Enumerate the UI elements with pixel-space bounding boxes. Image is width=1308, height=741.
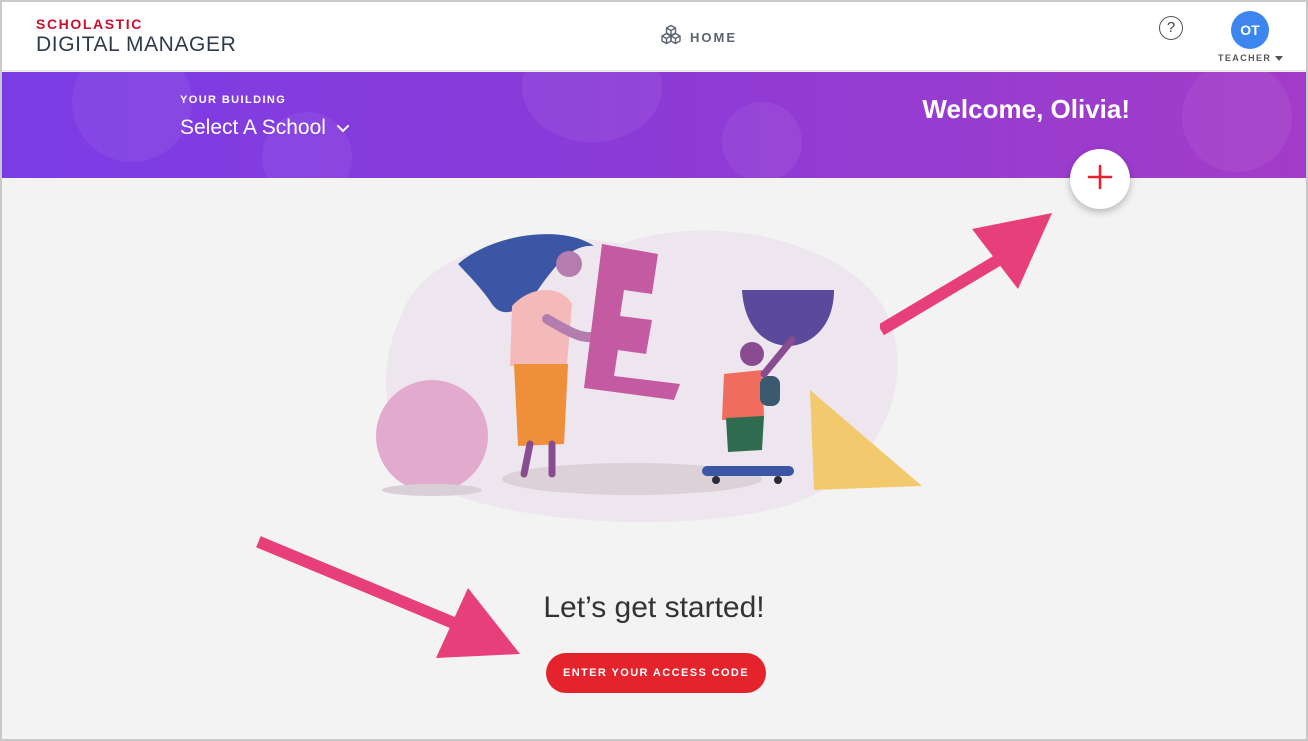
- help-button[interactable]: ?: [1159, 16, 1183, 40]
- banner-decoration: [522, 72, 662, 142]
- top-navigation-bar: SCHOLASTIC DIGITAL MANAGER HOME ? OT TEA…: [2, 2, 1306, 71]
- cubes-icon: [660, 24, 682, 51]
- building-label: YOUR BUILDING: [180, 94, 287, 106]
- product-name: DIGITAL MANAGER: [36, 33, 237, 56]
- school-select[interactable]: Select A School: [180, 116, 350, 140]
- welcome-message: Welcome, Olivia!: [922, 94, 1130, 124]
- enter-access-code-button[interactable]: ENTER YOUR ACCESS CODE: [546, 653, 766, 693]
- role-dropdown[interactable]: TEACHER: [1218, 53, 1284, 63]
- banner-decoration: [722, 102, 802, 178]
- home-nav-link[interactable]: HOME: [660, 24, 737, 51]
- role-label: TEACHER: [1218, 53, 1272, 63]
- app-window: SCHOLASTIC DIGITAL MANAGER HOME ? OT TEA…: [0, 0, 1308, 741]
- annotation-arrow-top: [880, 213, 1052, 336]
- page-heading: Let’s get started!: [543, 591, 765, 624]
- home-label: HOME: [690, 30, 737, 45]
- add-button[interactable]: [1070, 149, 1130, 209]
- welcome-illustration: [376, 230, 922, 523]
- banner-decoration: [72, 72, 192, 162]
- user-avatar[interactable]: OT: [1231, 11, 1269, 49]
- brand-logo[interactable]: SCHOLASTIC DIGITAL MANAGER: [36, 16, 236, 57]
- banner-decoration: [1182, 72, 1292, 172]
- school-select-value: Select A School: [180, 116, 326, 139]
- brand-name: SCHOLASTIC: [36, 16, 143, 32]
- caret-down-icon: [1275, 55, 1284, 61]
- plus-icon: [1087, 164, 1113, 195]
- chevron-down-icon: [336, 116, 350, 140]
